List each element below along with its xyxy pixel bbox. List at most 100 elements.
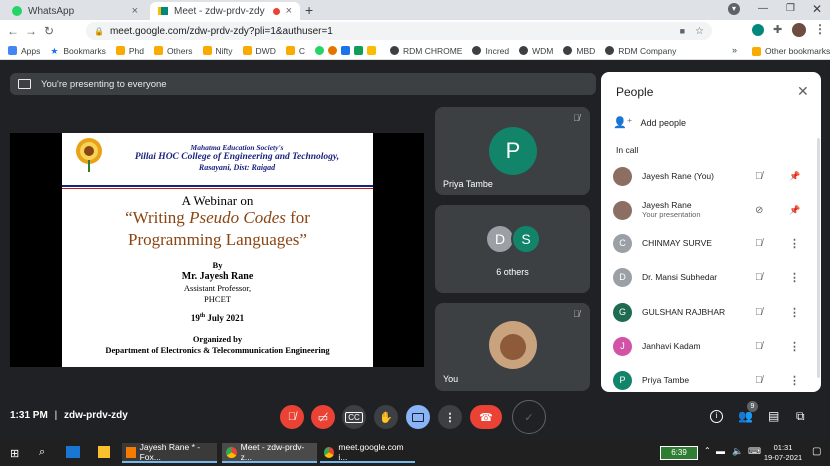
divider <box>62 185 373 187</box>
leave-call-button[interactable]: ☎ <box>470 405 502 429</box>
camera-toggle-button[interactable]: ▭̸ <box>311 405 335 429</box>
participant-tile-you[interactable]: You 🎙̸ <box>435 303 590 391</box>
unpin-icon[interactable]: 📌 <box>789 205 800 216</box>
taskbar-item-meet[interactable]: Meet - zdw-prdv-z... <box>222 442 317 463</box>
bookmark-incred[interactable]: Incred <box>472 46 509 56</box>
bookmark-icons[interactable] <box>314 46 380 55</box>
others-count: 6 others <box>496 267 529 277</box>
tab-search-icon[interactable]: ▾ <box>728 3 740 15</box>
college-logo <box>76 138 102 172</box>
bookmark-nifty[interactable]: Nifty <box>202 46 233 56</box>
extension-icon[interactable] <box>752 24 764 36</box>
bookmark-rdm-company[interactable]: RDM Company <box>605 46 676 56</box>
participant-tile-others[interactable]: D S 6 others <box>435 205 590 293</box>
volume-icon[interactable]: 🔈 <box>732 446 743 457</box>
participant-row[interactable]: P Priya Tambe 🎙̸ ⋮ <box>613 368 813 392</box>
minimize-icon[interactable]: — <box>758 3 768 14</box>
tray-chevron-icon[interactable]: ⌃ <box>704 446 711 455</box>
bookmark-wdm[interactable]: WDM <box>519 46 553 56</box>
more-vert-icon[interactable]: ⋮ <box>789 340 800 353</box>
windows-start-icon[interactable]: ⊞ <box>10 447 19 460</box>
language-icon[interactable]: ⌨ <box>748 446 761 457</box>
bookmark-other-bookmarks[interactable]: Other bookmarks <box>752 46 830 56</box>
webinar-on: A Webinar on <box>181 193 254 208</box>
mic-off-icon[interactable]: 🎙̸ <box>755 375 763 386</box>
participant-row[interactable]: G GULSHAN RAJBHAR 🎙̸ ⋮ <box>613 300 813 324</box>
captions-button[interactable]: CC <box>342 405 366 429</box>
address-bar[interactable]: 🔒 meet.google.com/zdw-prdv-zdy?pli=1&aut… <box>86 22 712 40</box>
mic-off-icon[interactable]: 🎙̸ <box>755 171 763 182</box>
mic-off-icon[interactable]: 🎙̸ <box>755 307 763 318</box>
participant-row[interactable]: C CHINMAY SURVE 🎙̸ ⋮ <box>613 231 813 255</box>
notes-icon[interactable] <box>98 446 110 458</box>
bookmark-rdm-chrome[interactable]: RDM CHROME <box>389 46 462 56</box>
add-people-button[interactable]: 👤⁺ Add people <box>613 116 686 129</box>
college-location: Rasayani, Dist: Raigad <box>198 163 276 172</box>
participant-name: Priya Tambe <box>642 375 690 385</box>
chat-icon[interactable]: ▤ <box>768 409 779 423</box>
bookmarks-bar: Apps ★ Bookmarks Phd Others Nifty DWD C R… <box>0 42 830 60</box>
scrollbar[interactable] <box>817 138 820 378</box>
participant-tile-priya[interactable]: P Priya Tambe 🎙̸ <box>435 107 590 195</box>
back-icon[interactable]: ← <box>4 24 22 38</box>
network-icon[interactable]: ▬ <box>716 446 725 456</box>
participant-row[interactable]: J Janhavi Kadam 🎙̸ ⋮ <box>613 334 813 358</box>
taskbar-item-foxit[interactable]: Jayesh Rane * - Fox... <box>122 442 217 463</box>
tab-whatsapp[interactable]: WhatsApp × <box>4 2 146 20</box>
mic-off-icon[interactable]: 🎙̸ <box>755 238 763 249</box>
participant-row[interactable]: Jayesh Rane Your presentation ⊘ 📌 <box>613 198 813 222</box>
more-vert-icon[interactable]: ⋮ <box>789 271 800 284</box>
search-icon[interactable]: ⌕ <box>39 446 45 459</box>
mic-off-icon[interactable]: 🎙̸ <box>755 341 763 352</box>
chrome-icon <box>226 446 237 458</box>
mic-toggle-button[interactable]: 🎙̸ <box>280 405 304 429</box>
new-tab-button[interactable]: + <box>305 2 313 18</box>
bookmark-c[interactable]: C <box>285 46 305 56</box>
reload-icon[interactable]: ↻ <box>40 24 58 38</box>
close-icon[interactable]: ✕ <box>797 83 809 100</box>
site-icon <box>340 46 350 55</box>
mic-off-icon[interactable]: 🎙̸ <box>755 272 763 283</box>
avatar[interactable] <box>792 23 806 37</box>
foxit-icon <box>126 446 136 458</box>
participant-row[interactable]: D Dr. Mansi Subhedar 🎙̸ ⋮ <box>613 265 813 289</box>
participant-row[interactable]: Jayesh Rane (You) 🎙̸ 📌 <box>613 164 813 188</box>
audio-off-icon[interactable]: ⊘ <box>755 205 763 216</box>
puzzle-icon[interactable]: ✚ <box>773 23 782 36</box>
globe-icon <box>327 46 337 55</box>
bookmark-mbd[interactable]: MBD <box>563 46 595 56</box>
present-button[interactable] <box>406 405 430 429</box>
bookmark-dwd[interactable]: DWD <box>242 46 276 56</box>
close-icon[interactable]: × <box>132 5 138 17</box>
app-icon[interactable] <box>66 446 80 458</box>
folder-icon <box>202 46 212 55</box>
bookmark-apps[interactable]: Apps <box>8 46 40 56</box>
tab-meet[interactable]: Meet - zdw-prdv-zdy × <box>150 2 300 20</box>
pin-icon[interactable]: 📌 <box>789 171 800 182</box>
more-vert-icon[interactable]: ⋮ <box>789 306 800 319</box>
taskbar-item-meet-google[interactable]: meet.google.com i... <box>320 442 415 463</box>
clock[interactable]: 01:31 19-07-2021 <box>762 443 804 463</box>
avatar: P <box>489 127 537 175</box>
forward-icon[interactable]: → <box>22 24 40 38</box>
more-vert-icon[interactable]: ⋮ <box>789 237 800 250</box>
maximize-icon[interactable]: ❐ <box>786 3 795 14</box>
folder-icon <box>242 46 252 55</box>
notification-icon[interactable]: ▢ <box>812 446 821 457</box>
more-bookmarks-icon[interactable]: » <box>732 45 737 55</box>
presenting-banner: You're presenting to everyone <box>10 73 596 95</box>
bookmark-phd[interactable]: Phd <box>115 46 144 56</box>
activities-icon[interactable]: ⧉ <box>796 409 805 424</box>
more-options-button[interactable]: ⋮ <box>438 405 462 429</box>
info-icon[interactable]: i <box>710 410 723 423</box>
participant-info: Jayesh Rane Your presentation <box>642 200 701 220</box>
raise-hand-button[interactable]: ✋ <box>374 405 398 429</box>
more-vert-icon[interactable]: ⋮ <box>789 374 800 387</box>
bookmark-others[interactable]: Others <box>154 46 193 56</box>
chrome-icon <box>324 446 335 458</box>
star-icon[interactable]: ☆ <box>695 26 704 37</box>
close-icon[interactable]: × <box>286 5 292 17</box>
bookmark-bookmarks[interactable]: ★ Bookmarks <box>50 46 106 57</box>
menu-icon[interactable]: ⋮ <box>814 22 826 36</box>
window-close-icon[interactable]: ✕ <box>812 2 822 16</box>
